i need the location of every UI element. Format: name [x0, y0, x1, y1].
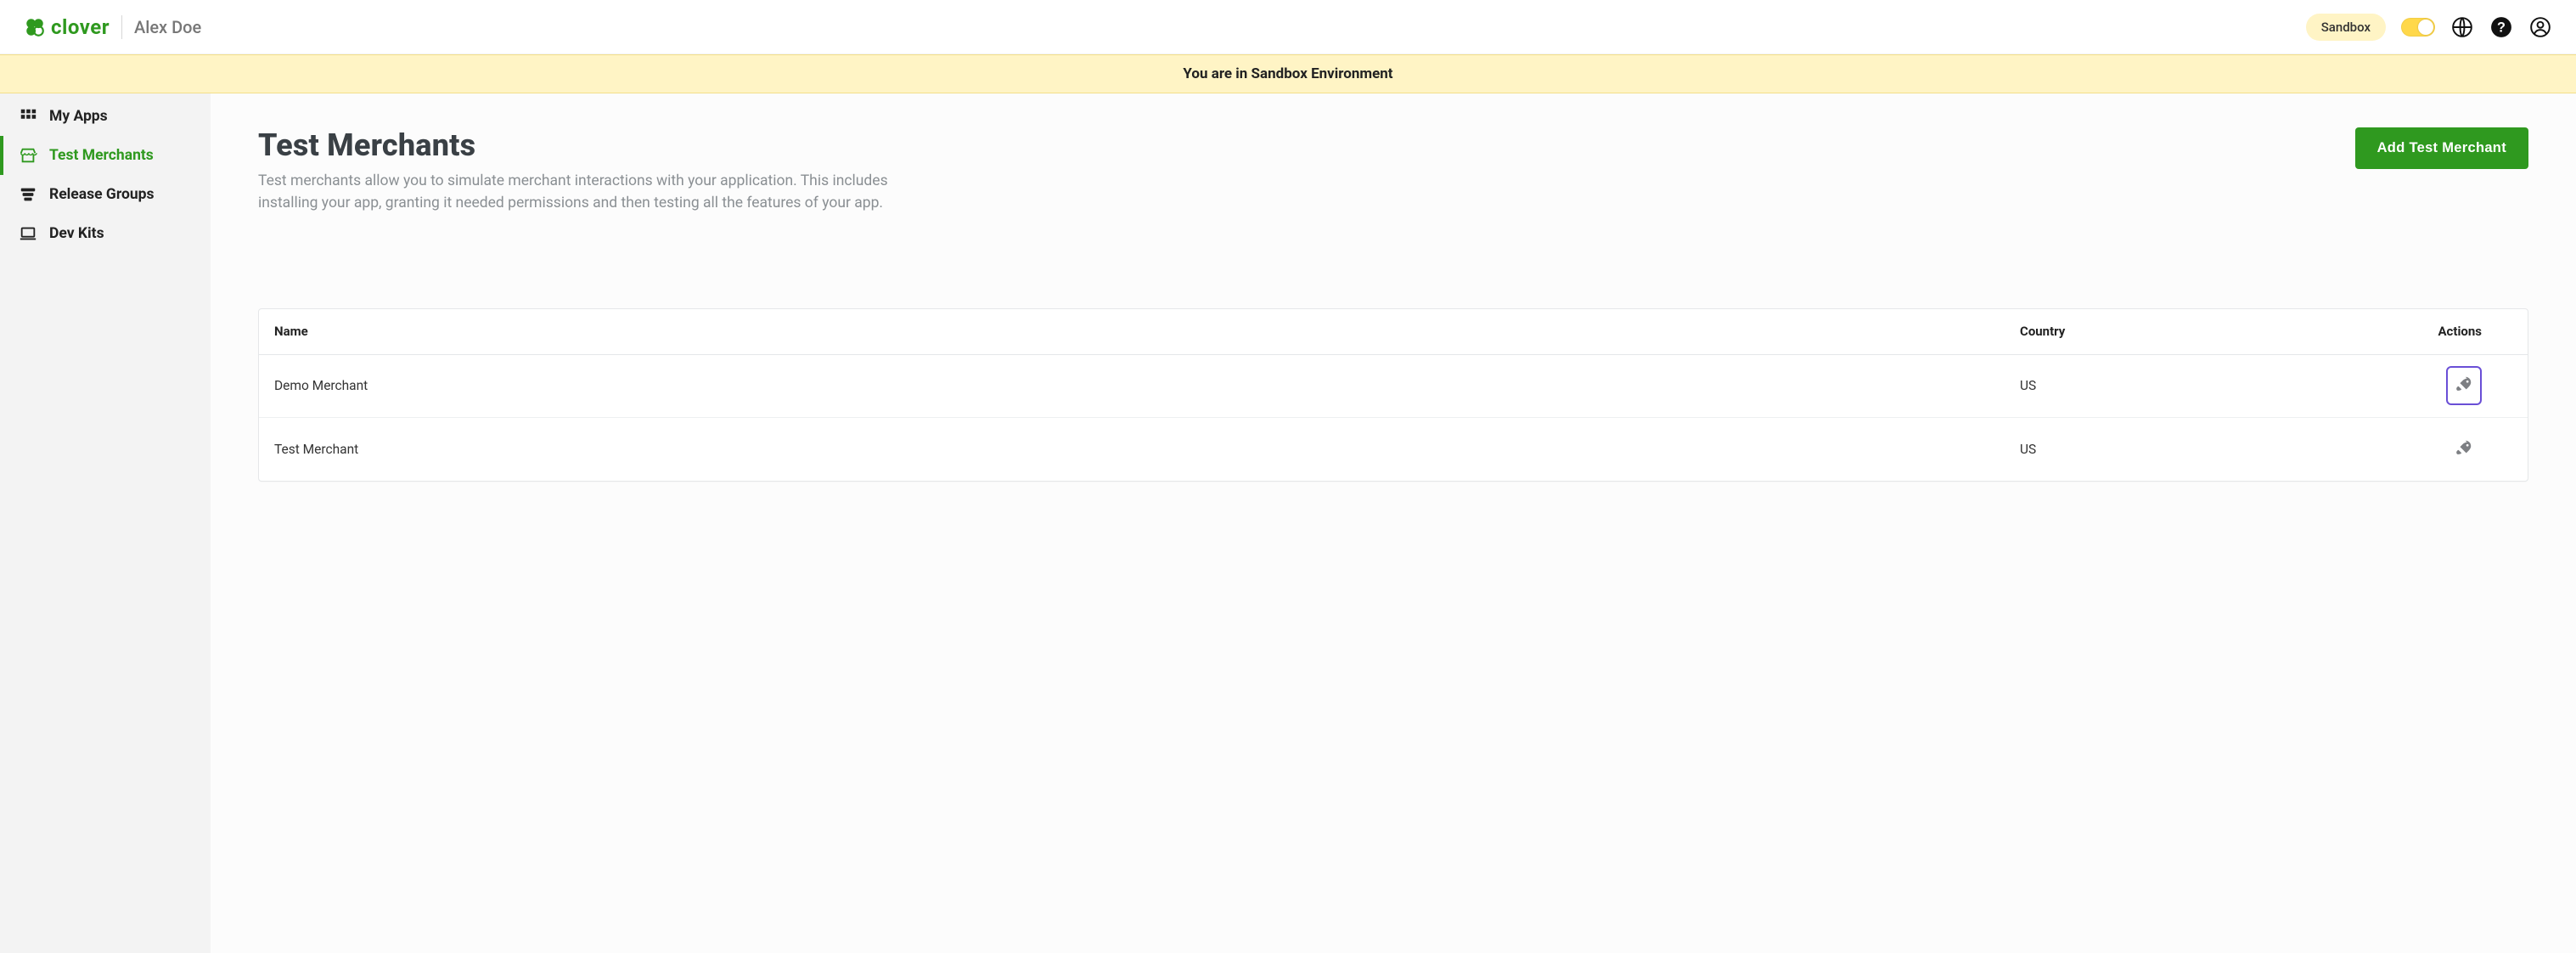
- account-icon[interactable]: [2528, 15, 2552, 39]
- environment-pill: Sandbox: [2306, 14, 2386, 41]
- stack-icon: [19, 185, 37, 204]
- rocket-icon: [2455, 438, 2473, 460]
- column-header-actions: Actions: [2326, 324, 2512, 339]
- rocket-icon: [2455, 375, 2473, 397]
- vertical-divider: [121, 15, 122, 39]
- brand-name: clover: [51, 15, 110, 39]
- help-icon[interactable]: ?: [2489, 15, 2513, 39]
- user-display-name: Alex Doe: [134, 17, 201, 37]
- topbar: clover Alex Doe Sandbox ?: [0, 0, 2576, 54]
- sidebar: My Apps Test Merchants Release Groups De…: [0, 93, 211, 953]
- launch-merchant-button[interactable]: [2446, 366, 2482, 405]
- globe-icon[interactable]: [2450, 15, 2474, 39]
- sidebar-item-label: My Apps: [49, 108, 108, 125]
- merchants-table: Name Country Actions Demo Merchant US: [258, 308, 2528, 482]
- sidebar-item-dev-kits[interactable]: Dev Kits: [0, 214, 211, 253]
- sidebar-item-release-groups[interactable]: Release Groups: [0, 175, 211, 214]
- app-shell: My Apps Test Merchants Release Groups De…: [0, 93, 2576, 953]
- sidebar-item-label: Test Merchants: [49, 147, 154, 164]
- table-body: Demo Merchant US Test Merchant US: [259, 355, 2528, 481]
- sidebar-item-label: Release Groups: [49, 186, 154, 203]
- table-row: Test Merchant US: [259, 418, 2528, 481]
- merchant-country: US: [2020, 442, 2326, 457]
- sidebar-item-test-merchants[interactable]: Test Merchants: [0, 136, 211, 175]
- table-header-row: Name Country Actions: [259, 309, 2528, 355]
- environment-banner: You are in Sandbox Environment: [0, 54, 2576, 93]
- column-header-name: Name: [274, 324, 2020, 339]
- brand: clover: [24, 15, 110, 39]
- page-header: Test Merchants Test merchants allow you …: [258, 127, 2528, 215]
- main-content: Test Merchants Test merchants allow you …: [211, 93, 2576, 953]
- storefront-icon: [19, 146, 37, 165]
- sidebar-item-my-apps[interactable]: My Apps: [0, 97, 211, 136]
- add-test-merchant-button[interactable]: Add Test Merchant: [2355, 127, 2528, 169]
- grid-icon: [19, 107, 37, 126]
- laptop-icon: [19, 224, 37, 243]
- merchant-name: Demo Merchant: [274, 378, 2020, 393]
- topbar-actions: Sandbox ?: [2306, 14, 2552, 41]
- launch-merchant-button[interactable]: [2446, 430, 2482, 469]
- svg-text:?: ?: [2497, 20, 2506, 35]
- page-title: Test Merchants: [258, 127, 937, 163]
- sidebar-item-label: Dev Kits: [49, 225, 104, 242]
- clover-logo-icon: [24, 16, 46, 38]
- column-header-country: Country: [2020, 324, 2326, 339]
- table-row: Demo Merchant US: [259, 355, 2528, 418]
- sandbox-toggle[interactable]: [2401, 18, 2435, 37]
- merchant-name: Test Merchant: [274, 442, 2020, 457]
- merchant-country: US: [2020, 378, 2326, 393]
- page-description: Test merchants allow you to simulate mer…: [258, 170, 937, 215]
